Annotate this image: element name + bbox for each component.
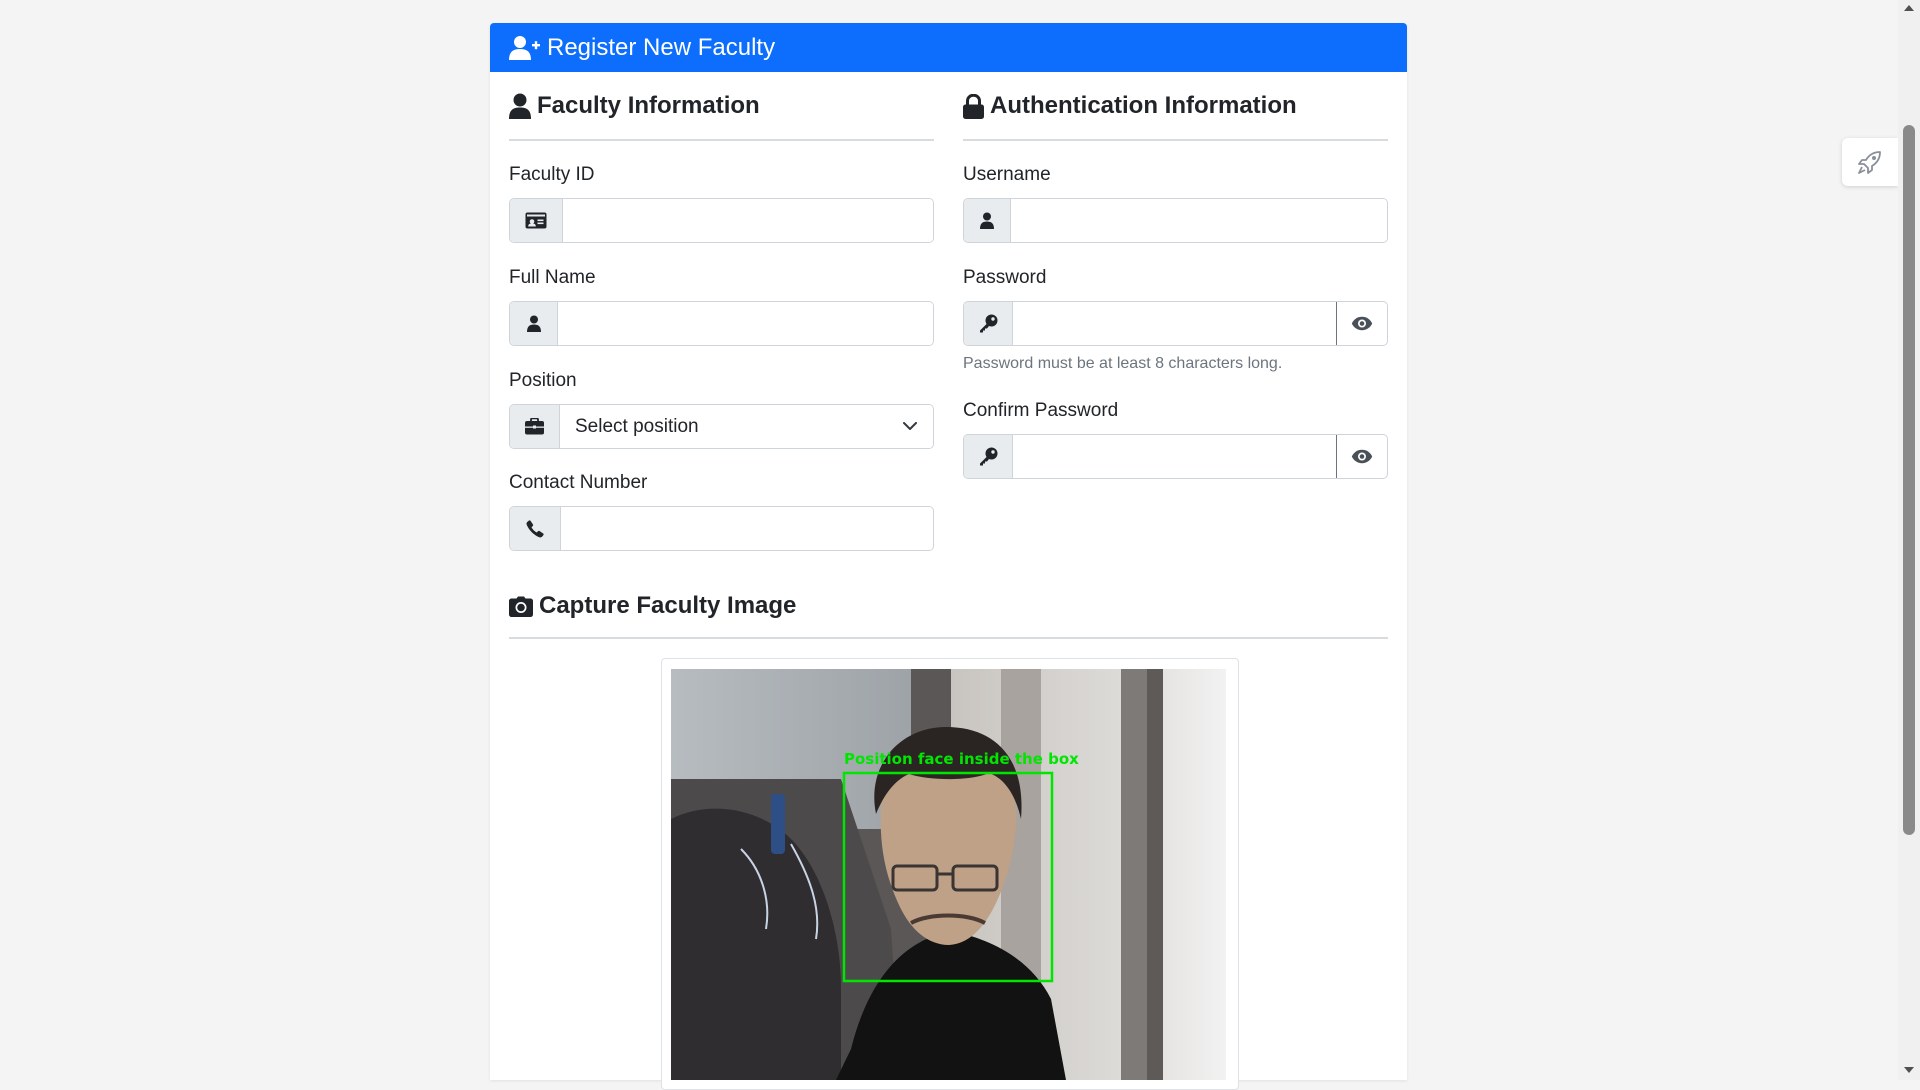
position-select[interactable]: Select position [560, 405, 933, 448]
username-label: Username [963, 164, 1051, 185]
user-icon [510, 302, 558, 345]
floating-launch-button[interactable] [1842, 138, 1898, 186]
capture-section-title: Capture Faculty Image [509, 592, 796, 620]
contact-number-group [509, 506, 934, 551]
position-selected-value: Select position [575, 415, 699, 437]
scroll-up-arrow-icon[interactable] [1903, 4, 1915, 12]
auth-section-divider [963, 139, 1388, 141]
key-icon [964, 302, 1013, 345]
faculty-id-label: Faculty ID [509, 164, 595, 185]
toggle-password-visibility-button[interactable] [1336, 302, 1387, 345]
confirm-password-input[interactable] [1013, 435, 1336, 478]
lock-icon [963, 93, 984, 119]
full-name-input[interactable] [558, 302, 933, 345]
card-header: Register New Faculty [490, 23, 1407, 72]
auth-section-title: Authentication Information [963, 92, 1297, 120]
position-group: Select position [509, 404, 934, 449]
user-icon [964, 199, 1011, 242]
username-group [963, 198, 1388, 243]
contact-number-label: Contact Number [509, 472, 648, 493]
eye-icon [1351, 316, 1373, 331]
scrollbar-thumb[interactable] [1903, 125, 1915, 835]
camera-feed: Position face inside the box [671, 669, 1226, 1080]
password-input[interactable] [1013, 302, 1336, 345]
id-card-icon [510, 199, 563, 242]
rocket-icon [1858, 151, 1881, 174]
faculty-id-input[interactable] [563, 199, 933, 242]
capture-section-title-text: Capture Faculty Image [539, 592, 797, 619]
eye-icon [1351, 449, 1373, 464]
key-icon [964, 435, 1013, 478]
faculty-section-title-text: Faculty Information [537, 92, 760, 119]
full-name-group [509, 301, 934, 346]
card-header-title: Register New Faculty [547, 33, 776, 61]
scroll-down-arrow-icon[interactable] [1903, 1066, 1915, 1074]
full-name-label: Full Name [509, 267, 596, 288]
user-icon [509, 93, 531, 119]
briefcase-icon [510, 405, 560, 448]
user-plus-icon [509, 35, 540, 60]
confirm-password-label: Confirm Password [963, 400, 1119, 421]
password-help-text: Password must be at least 8 characters l… [963, 355, 1283, 372]
faculty-section-divider [509, 139, 934, 141]
username-input[interactable] [1011, 199, 1387, 242]
password-label: Password [963, 267, 1047, 288]
phone-icon [510, 507, 561, 550]
contact-number-input[interactable] [561, 507, 933, 550]
face-position-overlay-text: Position face inside the box [844, 750, 1079, 768]
capture-section-divider [509, 637, 1388, 639]
camera-feed-image: Position face inside the box [671, 669, 1226, 1080]
confirm-password-group [963, 434, 1388, 479]
chevron-down-icon [903, 422, 917, 430]
position-label: Position [509, 370, 577, 391]
faculty-id-group [509, 198, 934, 243]
password-group [963, 301, 1388, 346]
auth-section-title-text: Authentication Information [990, 92, 1297, 119]
toggle-confirm-password-visibility-button[interactable] [1336, 435, 1387, 478]
camera-icon [509, 596, 533, 617]
faculty-section-title: Faculty Information [509, 92, 760, 120]
